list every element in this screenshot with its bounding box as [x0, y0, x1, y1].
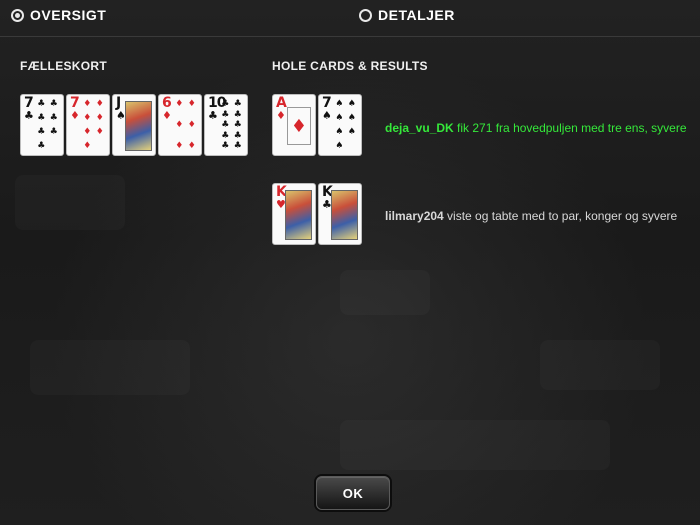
pip-icon: ♣ [221, 120, 230, 130]
pip-icon: ♣ [37, 127, 46, 137]
pip-icon: ♣ [221, 141, 230, 151]
card-rank: 6 [162, 95, 172, 111]
card-rank: 7 [70, 95, 80, 111]
hole-card: A ♦ ♦ [272, 94, 316, 156]
pip-icon: ♦ [83, 113, 92, 123]
tab-overview-label: OVERSIGT [30, 7, 107, 23]
pip-icon: ♣ [233, 120, 242, 130]
card-suit-icon: ♦ [276, 109, 286, 122]
card-suit-icon: ♣ [208, 109, 218, 122]
card-pips: ♦ ♦ ♦ ♦ ♦ ♦ ♦ [81, 100, 106, 151]
pip-icon: ♣ [233, 130, 242, 141]
pip-icon: ♣ [233, 99, 242, 109]
pip-icon: ♣ [233, 109, 242, 120]
pip-icon: ♦ [187, 141, 196, 151]
tab-details[interactable]: DETALJER [359, 7, 455, 23]
card-pips: ♣ ♣ ♣ ♣ ♣ ♣ ♣ ♣ ♣ ♣ [219, 100, 244, 151]
tab-overview[interactable]: OVERSIGT [11, 7, 106, 23]
pip-icon: ♣ [37, 113, 46, 123]
community-card: 10 ♣ ♣ ♣ ♣ ♣ ♣ ♣ ♣ ♣ ♣ ♣ [204, 94, 248, 156]
card-rank: 7 [322, 95, 332, 111]
card-suit-icon: ♣ [24, 109, 34, 122]
pip-icon: ♠ [335, 141, 344, 151]
ghost-panel [30, 340, 190, 395]
pip-icon: ♦ [83, 141, 92, 151]
pip-icon: ♠ [347, 113, 356, 123]
pip-icon: ♠ [335, 113, 344, 123]
hole-cards-title: HOLE CARDS & RESULTS [272, 59, 428, 73]
radio-unselected-icon [359, 8, 372, 22]
ghost-panel [540, 340, 660, 390]
ok-button[interactable]: OK [316, 476, 390, 510]
card-pips: ♦ ♦ ♦ ♦ ♦ ♦ [173, 100, 198, 151]
result-line-winner: deja_vu_DK fik 271 fra hovedpuljen med t… [385, 121, 687, 135]
community-card: J ♠ [112, 94, 156, 156]
pip-icon: ♦ [175, 99, 184, 109]
ghost-panel [340, 270, 430, 315]
card-suit-icon: ♠ [322, 109, 332, 122]
card-pips: ♠ ♠ ♠ ♠ ♠ ♠ ♠ [333, 100, 358, 151]
pip-icon: ♣ [221, 109, 230, 120]
result-line-loser: lilmary204 viste og tabte med to par, ko… [385, 209, 677, 223]
result-text: fik 271 fra hovedpuljen med tre ens, syv… [453, 121, 687, 135]
pip-icon: ♦ [175, 120, 184, 130]
pip-icon: ♣ [233, 141, 242, 151]
tab-details-label: DETALJER [378, 7, 455, 23]
player-name: deja_vu_DK [385, 121, 454, 135]
pip-icon: ♠ [335, 127, 344, 137]
community-card: 7 ♦ ♦ ♦ ♦ ♦ ♦ ♦ ♦ [66, 94, 110, 156]
card-pips: ♣ ♣ ♣ ♣ ♣ ♣ ♣ [35, 100, 60, 151]
hole-card: K ♣ [318, 183, 362, 245]
pip-icon: ♣ [221, 99, 230, 109]
hole-card: K ♥ [272, 183, 316, 245]
card-rank: 7 [24, 95, 34, 111]
pip-icon: ♦ [95, 99, 104, 109]
pip-icon: ♣ [37, 141, 46, 151]
ghost-panel [340, 420, 610, 470]
radio-selected-icon [11, 8, 24, 22]
pip-icon: ♠ [347, 99, 356, 109]
community-cards-title: FÆLLESKORT [20, 59, 107, 73]
pip-icon: ♦ [83, 99, 92, 109]
face-card-artwork [331, 190, 358, 240]
ok-button-label: OK [342, 485, 364, 501]
card-suit-icon: ♦ [70, 109, 80, 122]
pip-icon: ♦ [175, 141, 184, 151]
pip-icon: ♣ [49, 99, 58, 109]
pip-icon: ♦ [83, 127, 92, 137]
pip-icon: ♣ [221, 130, 230, 141]
ace-center-pip-icon: ♦ [287, 107, 311, 145]
pip-icon: ♦ [187, 99, 196, 109]
pip-icon: ♦ [187, 120, 196, 130]
pip-icon: ♣ [37, 99, 46, 109]
card-rank: A [276, 95, 287, 111]
pip-icon: ♠ [335, 99, 344, 109]
pip-icon: ♦ [95, 127, 104, 137]
face-card-artwork [125, 101, 152, 151]
community-card: 6 ♦ ♦ ♦ ♦ ♦ ♦ ♦ [158, 94, 202, 156]
face-card-artwork [285, 190, 312, 240]
player-name: lilmary204 [385, 209, 444, 223]
pip-icon: ♣ [49, 113, 58, 123]
result-text: viste og tabte med to par, konger og syv… [443, 209, 678, 223]
community-card: 7 ♣ ♣ ♣ ♣ ♣ ♣ ♣ ♣ [20, 94, 64, 156]
pip-icon: ♦ [95, 113, 104, 123]
pip-icon: ♠ [347, 127, 356, 137]
hole-card: 7 ♠ ♠ ♠ ♠ ♠ ♠ ♠ ♠ [318, 94, 362, 156]
pip-icon: ♣ [49, 127, 58, 137]
card-suit-icon: ♦ [162, 109, 172, 122]
card-rank: J [116, 95, 121, 111]
tab-bar: OVERSIGT DETALJER [0, 0, 700, 37]
ghost-panel [15, 175, 125, 230]
background [0, 0, 700, 525]
